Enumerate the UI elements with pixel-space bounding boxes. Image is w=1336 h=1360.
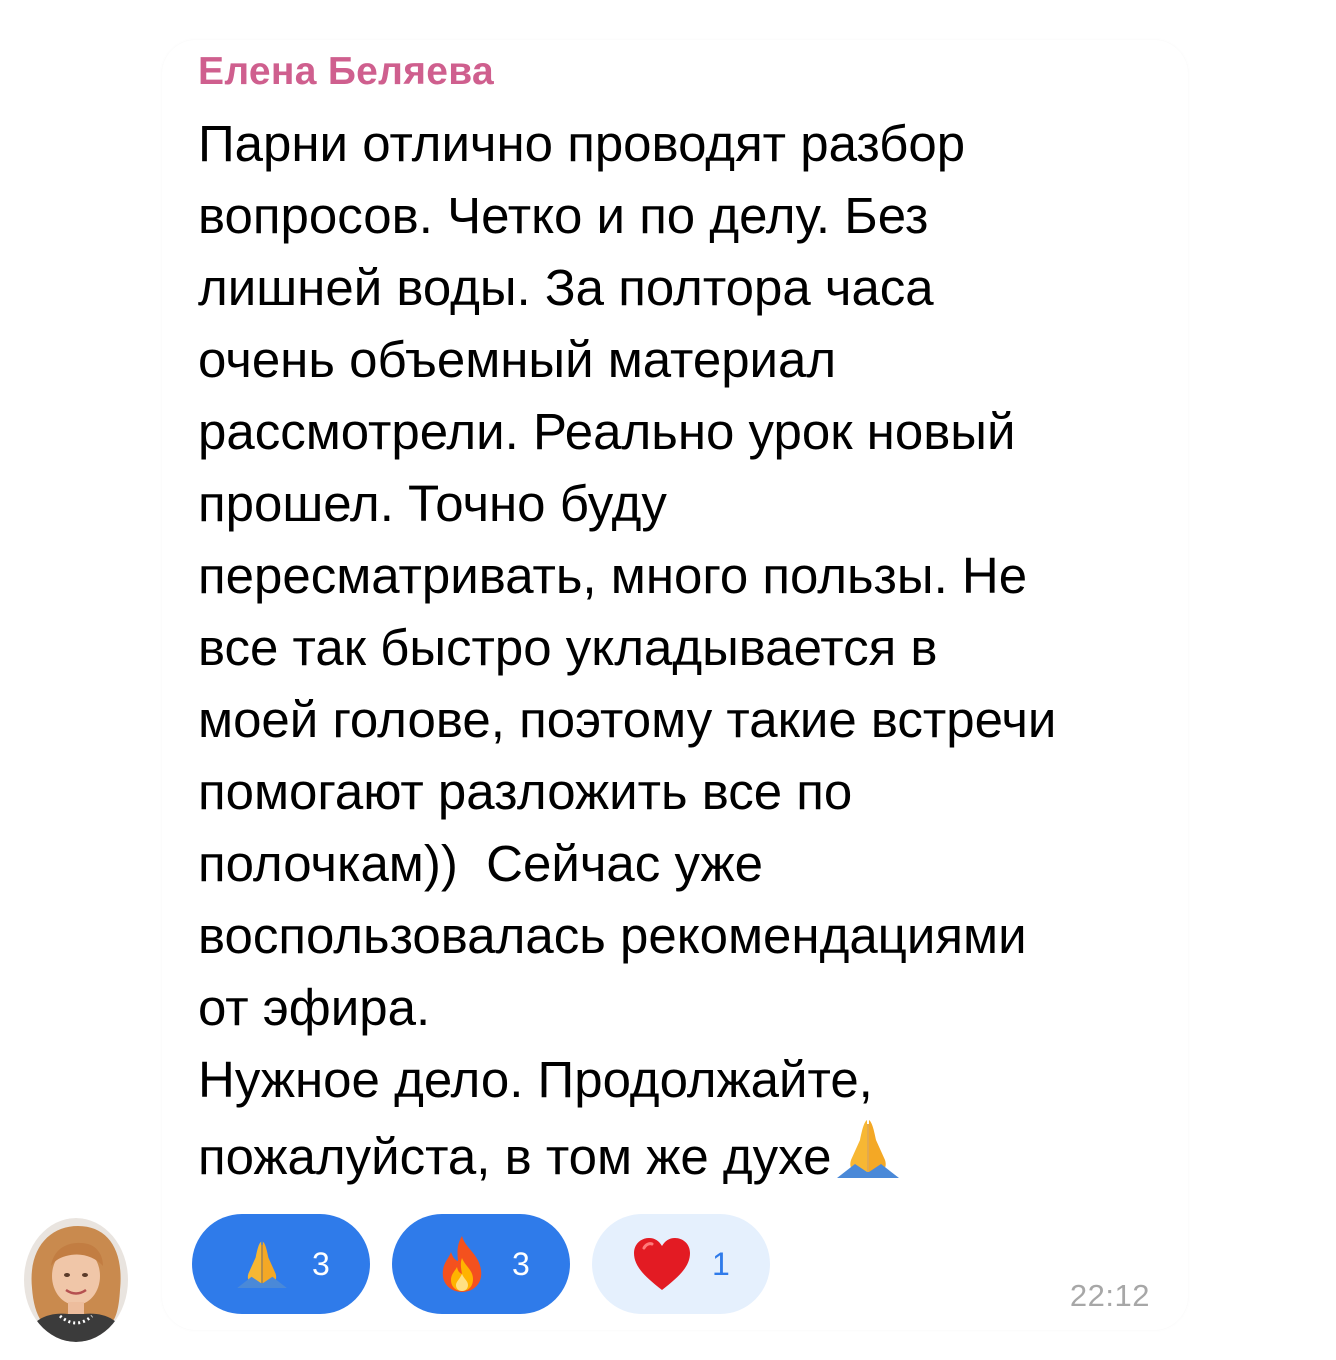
folded-hands-emoji-icon: [226, 1228, 298, 1300]
message-line: воспользовалась рекомендациями: [198, 907, 1027, 964]
reactions-bar: 3 3 1: [192, 1214, 770, 1314]
message-line: рассмотрели. Реально урок новый: [198, 403, 1016, 460]
reaction-pray-button[interactable]: 3: [192, 1214, 370, 1314]
message-text: Парни отлично проводят разбор вопросов. …: [198, 108, 1178, 1188]
message-line: пересматривать, много пользы. Не: [198, 547, 1028, 604]
message-timestamp: 22:12: [1069, 1278, 1150, 1313]
message-line-text: пожалуйста, в том же духе: [198, 1128, 832, 1185]
sender-avatar[interactable]: [24, 1218, 128, 1342]
reaction-count: 3: [312, 1245, 330, 1282]
message-line: вопросов. Четко и по делу. Без: [198, 187, 929, 244]
message-line: очень объемный материал: [198, 331, 837, 388]
reaction-fire-button[interactable]: 3: [392, 1214, 570, 1314]
message-line: Нужное дело. Продолжайте,: [198, 1051, 873, 1108]
message-line-last: пожалуйста, в том же духе: [198, 1116, 1178, 1188]
message-line: все так быстро укладывается в: [198, 619, 938, 676]
message-line: лишней воды. За полтора часа: [198, 259, 934, 316]
red-heart-emoji-icon: [626, 1228, 698, 1300]
message-line: моей голове, поэтому такие встречи: [198, 691, 1057, 748]
message-line: помогают разложить все по: [198, 763, 853, 820]
sender-name[interactable]: Елена Беляева: [198, 50, 494, 94]
reaction-heart-button[interactable]: 1: [592, 1214, 770, 1314]
chat-area: Елена Беляева Парни отлично проводят раз…: [0, 0, 1336, 1360]
reaction-count: 1: [712, 1245, 730, 1282]
fire-emoji-icon: [426, 1228, 498, 1300]
reaction-count: 3: [512, 1245, 530, 1282]
message-line: прошел. Точно буду: [198, 475, 667, 532]
message-line: полочкам)) Сейчас уже: [198, 835, 764, 892]
folded-hands-emoji-icon: [833, 1116, 903, 1199]
message-line: Парни отлично проводят разбор: [198, 115, 966, 172]
message-line: от эфира.: [198, 979, 431, 1036]
